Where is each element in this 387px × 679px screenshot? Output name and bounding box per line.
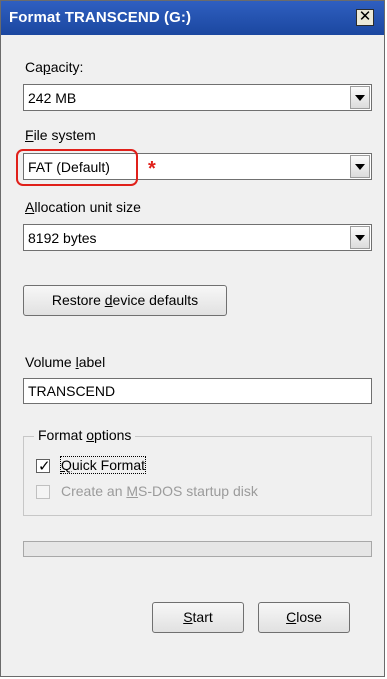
checkmark-icon: ✓: [38, 458, 51, 475]
chevron-down-icon[interactable]: [350, 226, 370, 249]
quick-format-label[interactable]: Quick Format: [59, 456, 147, 474]
capacity-label: Capacity:: [25, 59, 84, 75]
allocation-unit-value: 8192 bytes: [28, 230, 97, 246]
msdos-startup-label: Create an MS-DOS startup disk: [61, 483, 258, 499]
chevron-down-icon[interactable]: [350, 155, 370, 178]
format-options-group: [23, 436, 372, 516]
allocation-unit-label: Allocation unit size: [25, 199, 141, 215]
msdos-startup-checkbox[interactable]: [36, 485, 50, 499]
file-system-highlight: [16, 149, 138, 186]
capacity-select[interactable]: 242 MB: [23, 84, 372, 111]
title-bar[interactable]: Format TRANSCEND (G:) ✕: [1, 1, 384, 35]
allocation-unit-select[interactable]: 8192 bytes: [23, 224, 372, 251]
file-system-label: File system: [25, 127, 96, 143]
close-button[interactable]: Close: [258, 602, 350, 633]
format-dialog: Format TRANSCEND (G:) ✕ Capacity: 242 MB…: [0, 0, 385, 677]
quick-format-checkbox[interactable]: ✓: [36, 458, 51, 475]
close-window-button[interactable]: ✕: [356, 9, 374, 26]
volume-label-caption: Volume label: [25, 354, 106, 370]
restore-defaults-button[interactable]: Restore device defaults: [23, 285, 227, 316]
annotation-asterisk: *: [148, 158, 156, 180]
capacity-value: 242 MB: [28, 90, 77, 106]
close-icon: ✕: [358, 8, 372, 25]
start-button[interactable]: Start: [152, 602, 244, 633]
format-options-legend: Format options: [34, 427, 136, 443]
format-progress-bar: [23, 541, 372, 557]
volume-label-value: TRANSCEND: [28, 383, 116, 399]
window-title: Format TRANSCEND (G:): [9, 9, 192, 26]
chevron-down-icon[interactable]: [350, 86, 370, 109]
volume-label-input[interactable]: TRANSCEND: [23, 378, 372, 404]
